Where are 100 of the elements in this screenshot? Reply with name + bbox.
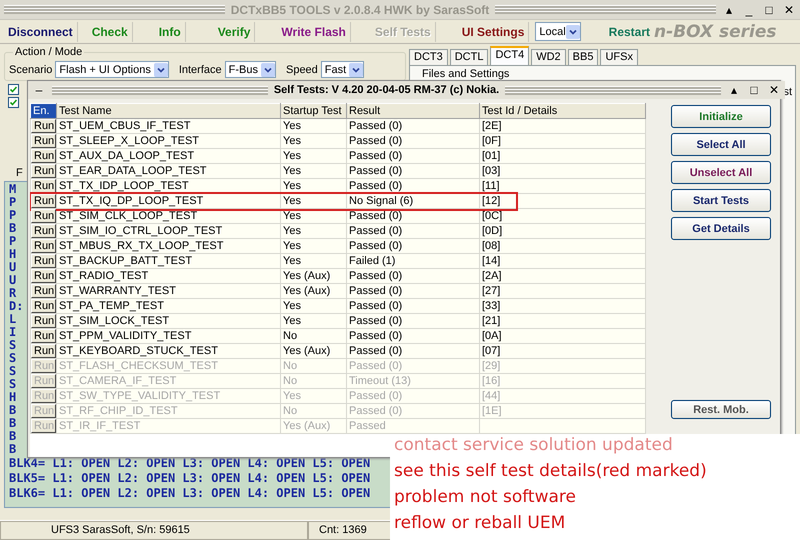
tab[interactable]: DCTL	[450, 49, 488, 65]
log-line: H	[9, 248, 16, 261]
action-button[interactable]: Initialize	[671, 105, 771, 128]
run-button[interactable]: Run	[31, 224, 56, 238]
tab[interactable]: BB5	[568, 49, 598, 65]
table-cell: Passed (0)	[346, 148, 480, 164]
restart-button[interactable]: Restart	[604, 22, 654, 42]
note-text: contact service solution updated	[394, 434, 673, 456]
run-button[interactable]: Run	[31, 134, 56, 148]
action-button[interactable]: Unselect All	[671, 161, 771, 184]
table-cell: Yes	[280, 148, 346, 164]
tab[interactable]: DCT4	[490, 46, 530, 65]
run-button[interactable]: Run	[31, 164, 56, 178]
table-cell: [21]	[480, 314, 646, 328]
table-cell: No	[280, 328, 346, 344]
column-header[interactable]: Startup Test	[280, 104, 346, 118]
run-button[interactable]: Run	[31, 329, 56, 343]
log-line: B	[9, 404, 16, 417]
table-cell: ST_SLEEP_X_LOOP_TEST	[56, 134, 280, 148]
action-button[interactable]: Start Tests	[671, 189, 771, 212]
menu-icon[interactable]: –	[32, 83, 46, 97]
run-button[interactable]: Run	[31, 254, 56, 268]
window-control[interactable]: ▴	[722, 2, 736, 16]
action-button[interactable]: Get Details	[671, 217, 771, 240]
run-button[interactable]: Run	[31, 119, 56, 133]
log-line: D:	[9, 300, 24, 313]
run-button[interactable]: Run	[31, 299, 56, 313]
checkbox[interactable]	[8, 84, 19, 95]
log-line: BLK4= L1: OPEN L2: OPEN L3: OPEN L4: OPEN L5: OPEN	[9, 456, 370, 471]
tab[interactable]: UFSx	[600, 49, 638, 65]
dropdown-field[interactable]: Flash + UI Options	[55, 61, 169, 78]
run-button[interactable]: Run	[31, 284, 56, 298]
note-text: problem not software	[394, 486, 576, 508]
logo: n-BOX series	[654, 22, 778, 42]
port-select[interactable]: Local	[535, 22, 581, 41]
column-header[interactable]: Result	[346, 104, 480, 118]
run-button[interactable]: Run	[31, 209, 56, 223]
window-control[interactable]: ✕	[767, 83, 782, 97]
table-cell: Yes	[280, 134, 346, 148]
dropdown-field[interactable]: F-Bus	[224, 61, 276, 78]
window-control[interactable]: ▴	[727, 83, 742, 97]
run-button[interactable]: Run	[31, 194, 56, 208]
run-button[interactable]: Run	[31, 314, 56, 328]
action-button[interactable]: Rest. Mob.	[671, 400, 771, 419]
checkbox[interactable]	[8, 97, 19, 108]
table-cell: Yes	[280, 388, 346, 404]
window-control[interactable]: ✕	[782, 2, 796, 16]
table-cell: Yes (Aux)	[280, 344, 346, 358]
table-cell: Passed (0)	[346, 134, 480, 148]
window-control[interactable]: □	[762, 2, 776, 16]
table-cell: [03]	[480, 164, 646, 178]
table-cell: [16]	[480, 374, 646, 388]
column-header[interactable]: Test Name	[56, 104, 280, 118]
status-text: UFS3 SarasSoft, S/n: 59615	[0, 521, 308, 540]
table-cell: ST_AUX_DA_LOOP_TEST	[56, 148, 280, 164]
toolbar-button[interactable]: Disconnect	[4, 22, 78, 42]
window-control[interactable]: □	[747, 83, 762, 97]
table-cell: ST_RF_CHIP_ID_TEST	[56, 404, 280, 418]
table-cell: No	[280, 358, 346, 374]
dialog-title: Self Tests: V 4.20 20-04-05 RM-37 (c) Nokia.	[274, 84, 500, 96]
table-cell: [29]	[480, 358, 646, 374]
log-line: P	[9, 235, 16, 248]
table-cell: [33]	[480, 298, 646, 314]
table-cell: ST_PA_TEMP_TEST	[56, 298, 280, 314]
toolbar-button[interactable]: Verify	[214, 22, 256, 42]
table-cell: Passed (0)	[346, 314, 480, 328]
run-button[interactable]: Run	[31, 179, 56, 193]
column-header[interactable]: Test Id / Details	[480, 104, 646, 118]
table-cell: Passed (0)	[346, 344, 480, 358]
run-button[interactable]: Run	[31, 269, 56, 283]
table-cell: [2A]	[480, 268, 646, 284]
log-line: B	[9, 430, 16, 443]
run-button[interactable]: Run	[31, 239, 56, 253]
tab[interactable]: WD2	[531, 49, 566, 65]
window-control[interactable]: _	[742, 2, 756, 16]
log-line: L	[9, 313, 16, 326]
toolbar-button[interactable]: UI Settings	[458, 22, 530, 42]
table-cell: ST_UEM_CBUS_IF_TEST	[56, 118, 280, 134]
log-line: B	[9, 417, 16, 430]
tab[interactable]: DCT3	[409, 49, 448, 65]
table-cell: Failed (1)	[346, 254, 480, 268]
table-cell: ST_RADIO_TEST	[56, 268, 280, 284]
field-label: Speed	[286, 64, 318, 76]
table-cell: ST_WARRANTY_TEST	[56, 284, 280, 298]
table-cell: [12]	[480, 194, 646, 208]
dropdown-field[interactable]: Fast	[320, 61, 364, 78]
column-header[interactable]: En.	[30, 104, 56, 118]
table-cell: ST_IR_IF_TEST	[56, 418, 280, 434]
log-line: I	[9, 326, 16, 339]
action-button[interactable]: Select All	[671, 133, 771, 156]
toolbar-button[interactable]: Check	[88, 22, 133, 42]
toolbar-button[interactable]: Info	[154, 22, 186, 42]
run-button[interactable]: Run	[31, 149, 56, 163]
table-cell: Passed (0)	[346, 388, 480, 404]
table-cell: Passed (0)	[346, 118, 480, 134]
table-cell: No	[280, 404, 346, 418]
table-cell: Yes (Aux)	[280, 268, 346, 284]
table-cell: Yes	[280, 254, 346, 268]
run-button[interactable]: Run	[31, 344, 56, 358]
toolbar-button[interactable]: Write Flash	[277, 22, 351, 42]
